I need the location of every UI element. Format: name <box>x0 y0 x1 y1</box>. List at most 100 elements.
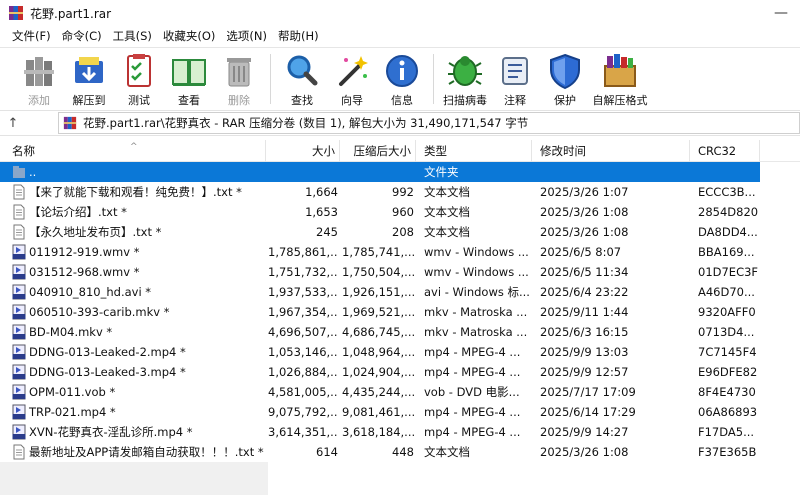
file-type: mkv - Matroska ... <box>424 325 528 339</box>
crc32: E96DFE82 <box>698 365 758 379</box>
file-name-cell: 031512-968.wmv * <box>12 262 264 282</box>
find-button[interactable]: 查找 <box>277 48 327 108</box>
packed-size: 1,024,904,... <box>342 365 414 379</box>
file-row[interactable]: 011912-919.wmv * 1,785,861,... 1,785,741,.… <box>0 242 760 262</box>
file-row[interactable]: OPM-011.vob * 4,581,005,... 4,435,244,... v… <box>0 382 760 402</box>
wizard-button[interactable]: 向导 <box>327 48 377 108</box>
video-file-icon <box>12 344 26 360</box>
packed-size: 1,785,741,... <box>342 245 414 259</box>
file-type: 文本文档 <box>424 225 470 239</box>
info-icon <box>386 55 418 87</box>
crc32: 01D7EC3F <box>698 265 758 279</box>
file-name-cell: 060510-393-carib.mkv * <box>12 302 264 322</box>
file-name-cell: 【论坛介绍】.txt * <box>12 202 264 222</box>
col-modified[interactable]: 修改时间 <box>532 140 690 162</box>
crc32: 8F4E4730 <box>698 385 756 399</box>
winrar-app-icon <box>9 6 23 20</box>
video-file-icon <box>12 384 26 400</box>
file-name: .. <box>29 165 37 179</box>
file-row[interactable]: 【论坛介绍】.txt * 1,653 960 文本文档 2025/3/26 1:08 28… <box>0 202 760 222</box>
file-row[interactable]: TRP-021.mp4 * 9,075,792,... 9,081,461,... m… <box>0 402 760 422</box>
menu-tools[interactable]: 工具(S) <box>109 28 159 44</box>
col-type[interactable]: 类型 <box>416 140 532 162</box>
folder-icon <box>13 166 25 178</box>
extract-icon <box>75 57 103 83</box>
add-label: 添加 <box>28 94 50 107</box>
file-row[interactable]: DDNG-013-Leaked-2.mp4 * 1,053,146,... 1,04… <box>0 342 760 362</box>
file-name: BD-M04.mkv * <box>29 325 113 339</box>
minimize-button[interactable]: — <box>774 5 788 21</box>
crc32 <box>698 162 758 182</box>
path-field[interactable]: 花野.part1.rar\花野真衣 - RAR 压缩分卷 (数目 1), 解包大… <box>58 112 800 134</box>
file-name-cell: DDNG-013-Leaked-3.mp4 * <box>12 362 264 382</box>
file-row[interactable]: XVN-花野真衣-淫乱诊所.mp4 * 3,614,351,... 3,618,18… <box>0 422 760 442</box>
menu-options[interactable]: 选项(N) <box>222 28 274 44</box>
file-name: DDNG-013-Leaked-2.mp4 * <box>29 345 186 359</box>
file-row[interactable]: DDNG-013-Leaked-3.mp4 * 1,026,884,... 1,02… <box>0 362 760 382</box>
file-row[interactable]: 【永久地址发布页】.txt * 245 208 文本文档 2025/3/26 1:08 D… <box>0 222 760 242</box>
info-button[interactable]: 信息 <box>377 48 427 108</box>
col-name[interactable]: 名称 ^ <box>0 140 266 162</box>
crc32: ECCC3B... <box>698 185 756 199</box>
packed-size: 4,686,745,... <box>342 325 414 339</box>
view-button[interactable]: 查看 <box>164 48 214 108</box>
menu-file[interactable]: 文件(F) <box>8 28 58 44</box>
test-button[interactable]: 测试 <box>114 48 164 108</box>
file-name-cell: 【来了就能下载和观看！纯免费！】.txt * <box>12 182 264 202</box>
video-file-icon <box>12 324 26 340</box>
file-size: 4,581,005,... <box>268 385 338 399</box>
modified-time: 2025/9/9 13:03 <box>540 345 629 359</box>
video-file-icon <box>12 264 26 280</box>
file-name: TRP-021.mp4 * <box>29 405 116 419</box>
crc32: F37E365B <box>698 445 757 459</box>
extract-to-button[interactable]: 解压到 <box>64 48 114 108</box>
bug-icon <box>448 56 482 86</box>
col-size[interactable]: 大小 <box>266 140 340 162</box>
packed-size: 960 <box>392 205 414 219</box>
books-add-icon <box>24 57 54 86</box>
file-name: 最新地址及APP请发邮箱自动获取！！！.txt * <box>29 445 264 459</box>
file-name: DDNG-013-Leaked-3.mp4 * <box>29 365 186 379</box>
col-packed[interactable]: 压缩后大小 <box>340 140 416 162</box>
extract-label: 解压到 <box>72 94 106 107</box>
file-type: wmv - Windows ... <box>424 245 529 259</box>
file-name: 011912-919.wmv * <box>29 245 140 259</box>
parent-folder-row[interactable]: .. 文件夹 <box>0 162 760 182</box>
sfx-button[interactable]: 自解压格式 <box>590 48 650 108</box>
path-text: 花野.part1.rar\花野真衣 - RAR 压缩分卷 (数目 1), 解包大… <box>83 116 529 130</box>
file-row[interactable]: 最新地址及APP请发邮箱自动获取！！！.txt * 614 448 文本文档 2025/… <box>0 442 760 462</box>
modified-time: 2025/3/26 1:08 <box>540 445 629 459</box>
protect-button[interactable]: 保护 <box>540 48 590 108</box>
file-type: 文件夹 <box>424 165 459 179</box>
file-name-cell: 【永久地址发布页】.txt * <box>12 222 264 242</box>
file-size: 614 <box>316 445 338 459</box>
add-button[interactable]: 添加 <box>14 48 64 108</box>
video-file-icon <box>12 364 26 380</box>
file-name: 【来了就能下载和观看！纯免费！】.txt * <box>29 185 242 199</box>
file-name-cell: .. <box>12 162 264 182</box>
col-crc[interactable]: CRC32 <box>690 140 760 162</box>
wizard-label: 向导 <box>341 94 363 107</box>
file-type: mp4 - MPEG-4 ... <box>424 345 521 359</box>
menu-commands[interactable]: 命令(C) <box>58 28 109 44</box>
file-type: avi - Windows 标... <box>424 285 530 299</box>
text-file-icon <box>13 204 25 220</box>
file-row[interactable]: 031512-968.wmv * 1,751,732,... 1,750,504,.… <box>0 262 760 282</box>
window-title: 花野.part1.rar <box>30 6 112 21</box>
text-file-icon <box>13 444 25 460</box>
file-row[interactable]: 【来了就能下载和观看！纯免费！】.txt * 1,664 992 文本文档 2025/3… <box>0 182 760 202</box>
crc32: DA8DD4... <box>698 225 758 239</box>
up-folder-icon[interactable]: ↑ <box>0 116 26 131</box>
modified-time: 2025/9/9 12:57 <box>540 365 629 379</box>
modified-time: 2025/6/5 11:34 <box>540 265 629 279</box>
file-row[interactable]: BD-M04.mkv * 4,696,507,... 4,686,745,... mk… <box>0 322 760 342</box>
menu-favorites[interactable]: 收藏夹(O) <box>159 28 223 44</box>
file-name: 040910_810_hd.avi * <box>29 285 152 299</box>
file-row[interactable]: 060510-393-carib.mkv * 1,967,354,... 1,969… <box>0 302 760 322</box>
packed-size: 3,618,184,... <box>342 425 414 439</box>
comment-button[interactable]: 注释 <box>490 48 540 108</box>
menu-help[interactable]: 帮助(H) <box>274 28 326 44</box>
scan-virus-button[interactable]: 扫描病毒 <box>440 48 490 108</box>
delete-button[interactable]: 删除 <box>214 48 264 108</box>
file-row[interactable]: 040910_810_hd.avi * 1,937,533,... 1,926,15… <box>0 282 760 302</box>
